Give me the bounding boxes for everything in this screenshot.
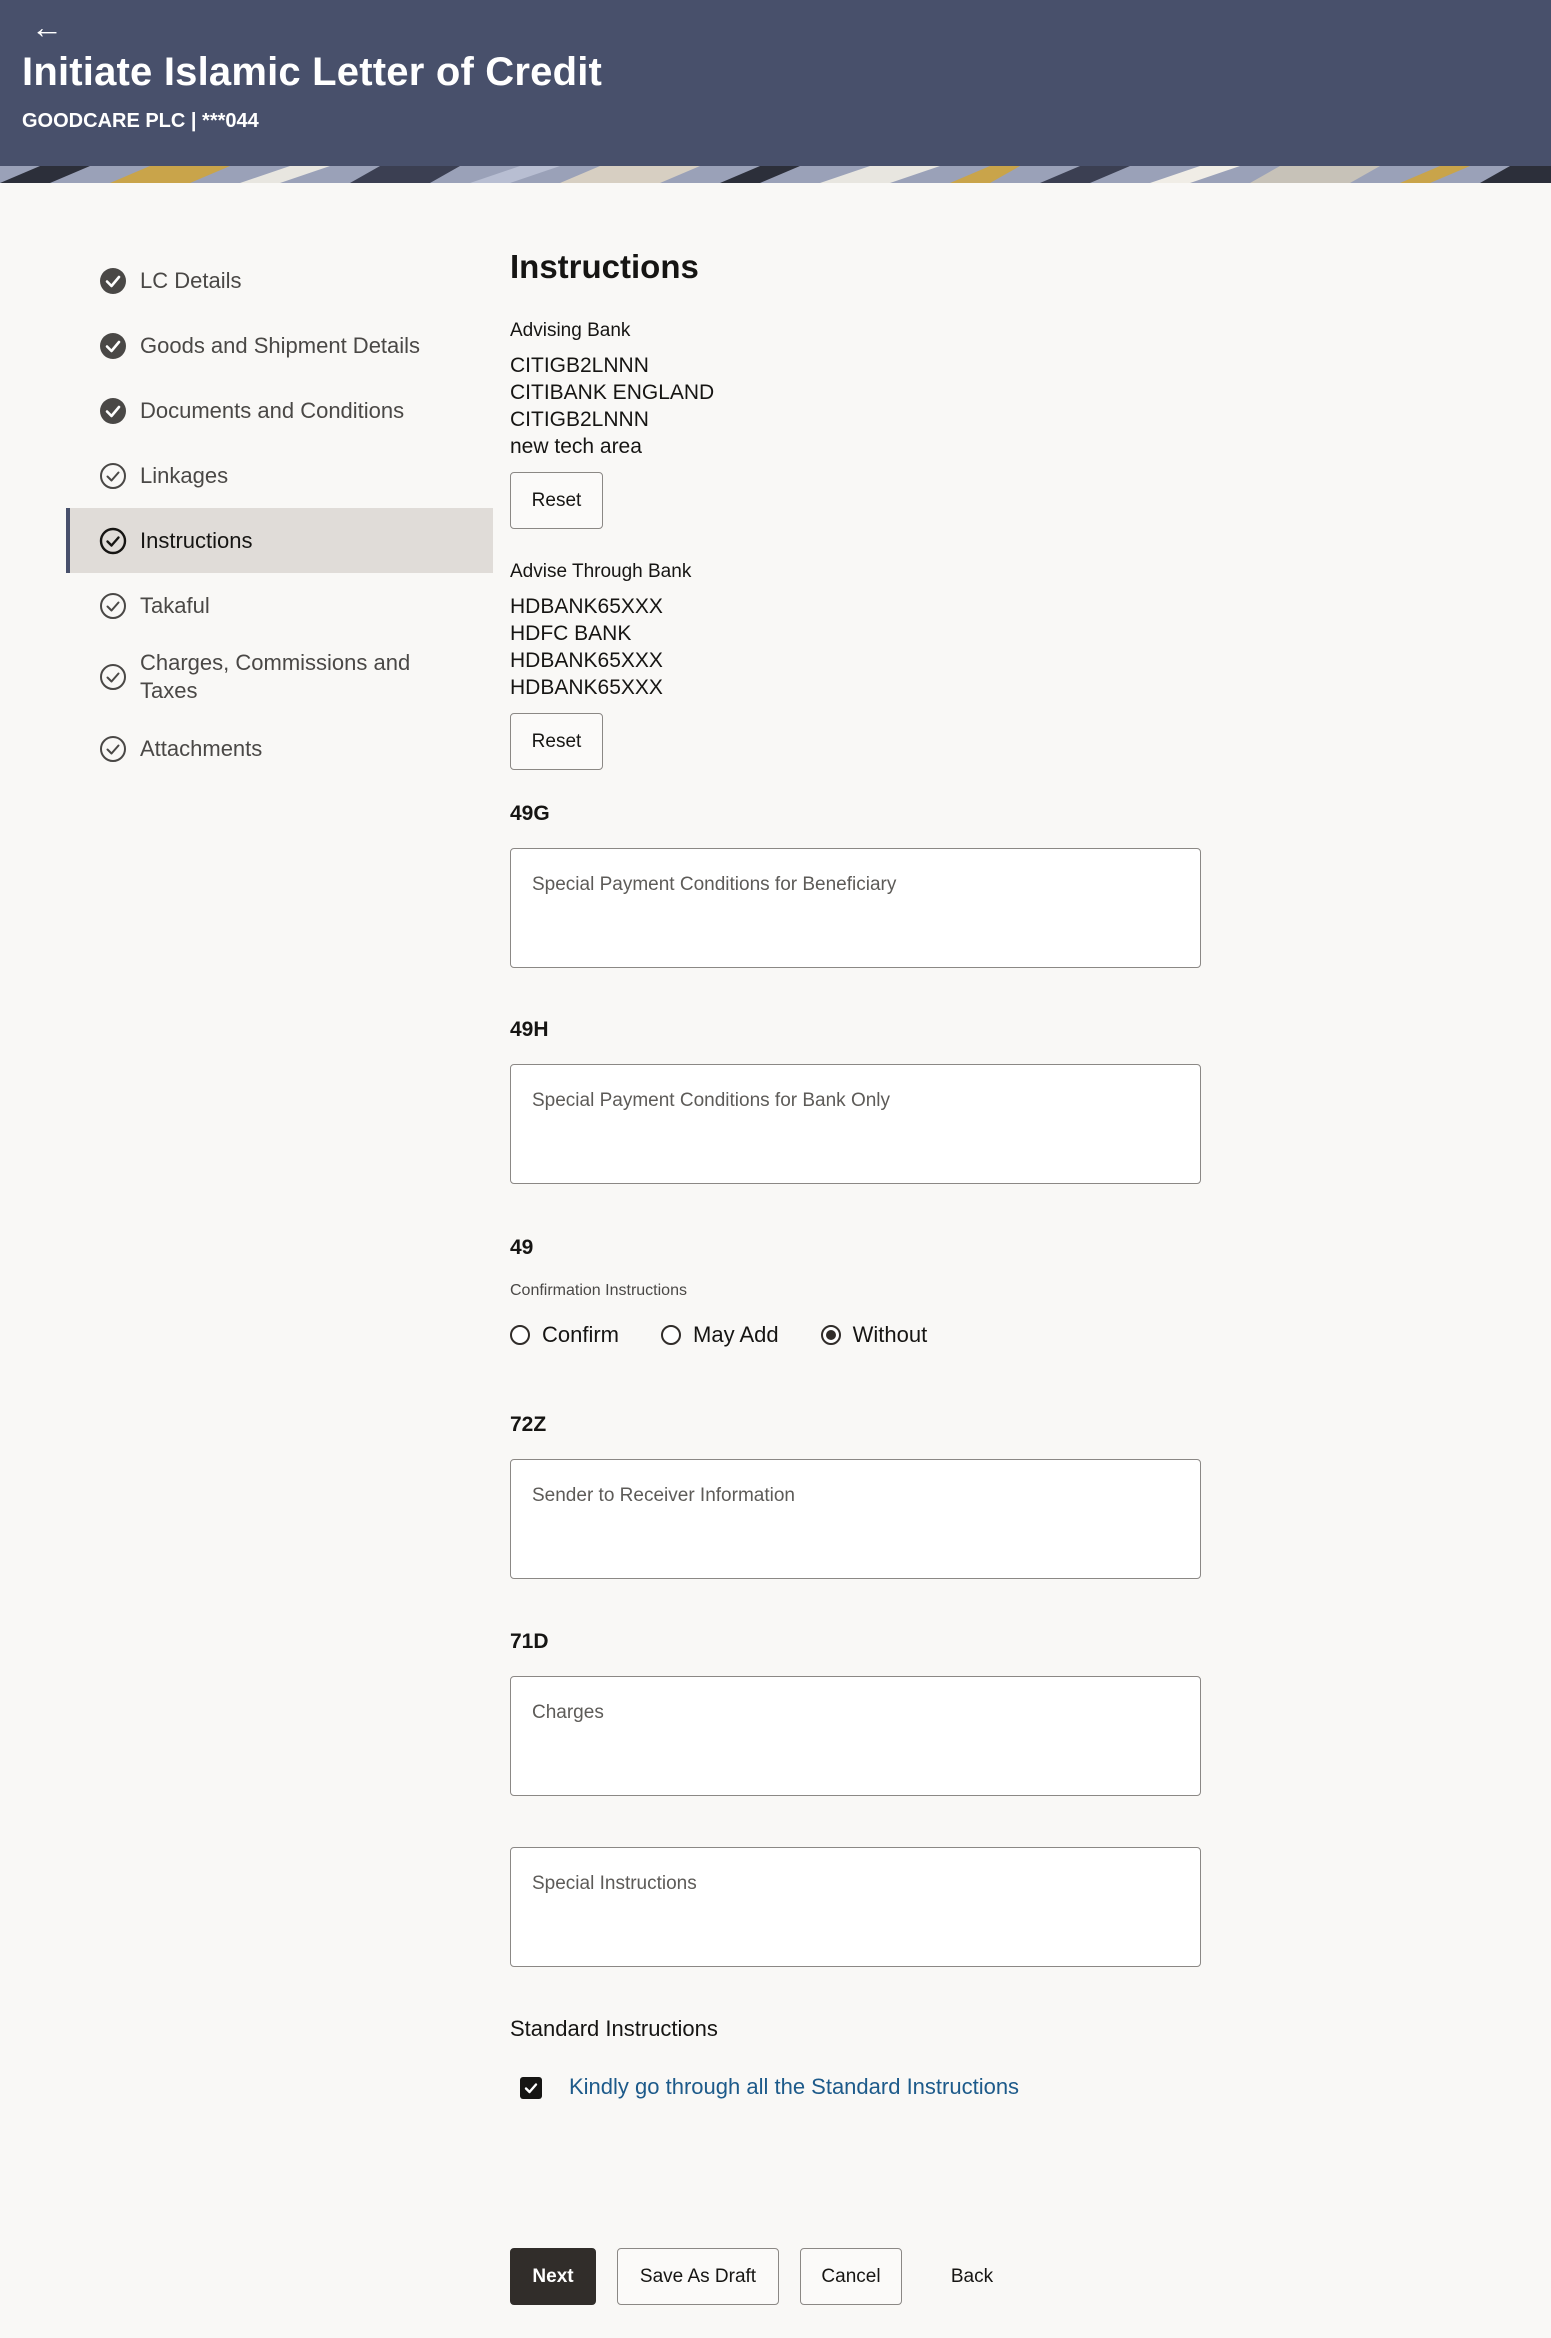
- advise-through-bank-line: HDBANK65XXX: [510, 649, 663, 672]
- next-button[interactable]: Next: [510, 2248, 596, 2305]
- step-navigation: LC Details Goods and Shipment Details Do…: [66, 248, 493, 781]
- sender-to-receiver-input[interactable]: [510, 1459, 1201, 1579]
- confirmation-radio-group: Confirm May Add Without: [510, 1322, 967, 1348]
- special-payment-beneficiary-input[interactable]: [510, 848, 1201, 968]
- advising-bank-label: Advising Bank: [510, 320, 631, 341]
- check-circle-outline-icon: [99, 663, 127, 691]
- confirmation-instructions-label: Confirmation Instructions: [510, 1282, 687, 1299]
- back-button[interactable]: Back: [924, 2248, 1020, 2305]
- page-header: ← Initiate Islamic Letter of Credit GOOD…: [0, 0, 1551, 183]
- check-circle-outline-icon: [99, 462, 127, 490]
- radio-circle: [661, 1325, 682, 1345]
- check-circle-filled-icon: [99, 397, 127, 425]
- nav-item-linkages[interactable]: Linkages: [66, 443, 493, 508]
- check-circle-outline-icon: [99, 592, 127, 620]
- radio-without[interactable]: Without: [820, 1322, 928, 1348]
- check-circle-outline-icon: [99, 735, 127, 763]
- advising-bank-line: new tech area: [510, 435, 642, 458]
- special-instructions-input[interactable]: [510, 1847, 1201, 1967]
- field-49-tag: 49: [510, 1236, 534, 1259]
- advise-through-bank-line: HDBANK65XXX: [510, 676, 663, 699]
- advising-bank-line: CITIGB2LNNN: [510, 408, 649, 431]
- nav-item-label: LC Details: [140, 267, 242, 293]
- back-arrow-icon[interactable]: ←: [30, 10, 64, 44]
- nav-item-takaful[interactable]: Takaful: [66, 573, 493, 638]
- field-49g-tag: 49G: [510, 802, 550, 825]
- check-circle-outline-icon: [99, 527, 127, 555]
- decorative-banner-strip: [0, 166, 1551, 183]
- advise-through-bank-line: HDFC BANK: [510, 622, 632, 645]
- radio-circle: [510, 1325, 530, 1345]
- radio-label: May Add: [693, 1322, 779, 1347]
- advise-through-bank-label: Advise Through Bank: [510, 561, 692, 582]
- advising-bank-line: CITIGB2LNNN: [510, 354, 649, 377]
- nav-item-lc-details[interactable]: LC Details: [66, 248, 493, 313]
- cancel-button[interactable]: Cancel: [800, 2248, 902, 2305]
- nav-item-attachments[interactable]: Attachments: [66, 716, 493, 781]
- nav-item-label: Instructions: [140, 527, 253, 553]
- page-title: Initiate Islamic Letter of Credit: [22, 50, 603, 94]
- standard-instructions-link[interactable]: Kindly go through all the Standard Instr…: [569, 2074, 1019, 2100]
- nav-item-label: Linkages: [140, 462, 229, 488]
- advise-through-bank-reset-button[interactable]: Reset: [510, 713, 603, 770]
- radio-confirm[interactable]: Confirm: [510, 1322, 619, 1348]
- nav-item-charges-commissions-taxes[interactable]: Charges, Commissions and Taxes: [66, 638, 493, 716]
- nav-item-label: Charges, Commissions and Taxes: [140, 650, 411, 703]
- save-as-draft-button[interactable]: Save As Draft: [617, 2248, 779, 2305]
- nav-item-goods-shipment[interactable]: Goods and Shipment Details: [66, 313, 493, 378]
- nav-item-label: Attachments: [140, 735, 263, 761]
- nav-item-label: Takaful: [140, 592, 210, 618]
- standard-instructions-label: Standard Instructions: [510, 2016, 718, 2041]
- special-payment-bank-input[interactable]: [510, 1064, 1201, 1184]
- charges-input[interactable]: [510, 1676, 1201, 1796]
- radio-label: Without: [852, 1322, 928, 1347]
- page-subtitle: GOODCARE PLC | ***044: [22, 110, 259, 132]
- radio-may-add[interactable]: May Add: [661, 1322, 779, 1348]
- check-circle-filled-icon: [99, 267, 127, 295]
- nav-item-label: Goods and Shipment Details: [140, 332, 421, 358]
- check-circle-filled-icon: [99, 332, 127, 360]
- radio-circle-selected: [820, 1325, 841, 1345]
- radio-label: Confirm: [542, 1322, 620, 1347]
- standard-instructions-checkbox[interactable]: [520, 2077, 542, 2099]
- advising-bank-reset-button[interactable]: Reset: [510, 472, 603, 529]
- field-72z-tag: 72Z: [510, 1413, 547, 1436]
- nav-item-documents-conditions[interactable]: Documents and Conditions: [66, 378, 493, 443]
- advising-bank-line: CITIBANK ENGLAND: [510, 381, 715, 404]
- field-71d-tag: 71D: [510, 1630, 549, 1653]
- field-49h-tag: 49H: [510, 1018, 549, 1041]
- advise-through-bank-line: HDBANK65XXX: [510, 595, 663, 618]
- checkmark-icon: [524, 2083, 538, 2094]
- nav-item-instructions[interactable]: Instructions: [66, 508, 493, 573]
- nav-item-label: Documents and Conditions: [140, 397, 405, 423]
- section-title: Instructions: [510, 248, 699, 285]
